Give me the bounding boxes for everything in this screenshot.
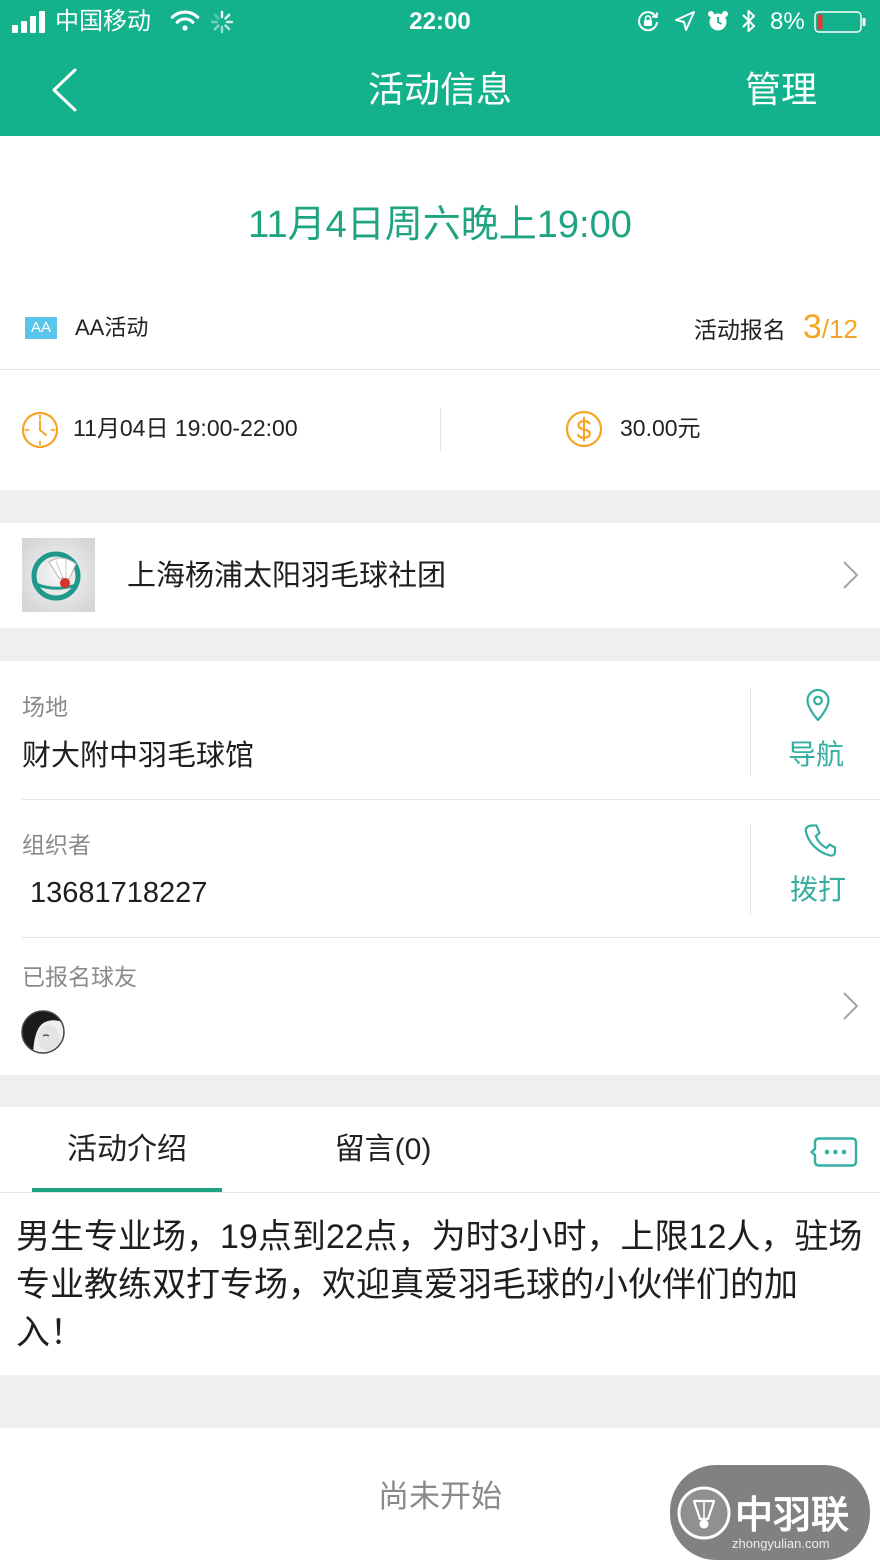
divider xyxy=(750,824,751,914)
bluetooth-icon xyxy=(740,8,758,39)
club-logo xyxy=(22,538,95,612)
activity-type-row: AA AA活动 活动报名 3 / 12 xyxy=(0,285,880,370)
watermark-site: zhongyulian.com xyxy=(732,1536,830,1551)
tab-introduction[interactable]: 活动介绍 xyxy=(32,1133,222,1167)
battery-icon xyxy=(814,11,868,38)
organizer-phone: 13681718227 xyxy=(30,877,208,909)
activity-type-label: AA活动 xyxy=(75,315,149,340)
watermark-logo xyxy=(676,1485,732,1546)
navigate-label: 导航 xyxy=(787,739,844,770)
participants-row[interactable]: 已报名球友 xyxy=(0,938,880,1075)
organizer-label: 组织者 xyxy=(22,832,91,858)
activity-datetime: 11月4日周六晚上19:00 xyxy=(248,204,632,246)
tab-bar: 活动介绍 留言(0) xyxy=(0,1107,880,1193)
tab-messages[interactable]: 留言(0) xyxy=(300,1133,466,1167)
chevron-right-icon xyxy=(840,991,860,1026)
venue-row: 场地 财大附中羽毛球馆 导航 xyxy=(0,661,880,800)
venue-name: 财大附中羽毛球馆 xyxy=(22,740,255,772)
call-button[interactable]: 拨打 xyxy=(752,808,880,928)
activity-datetime-section: 11月4日周六晚上19:00 xyxy=(0,136,880,285)
manage-button[interactable]: 管理 xyxy=(745,66,817,114)
signup-limit: 12 xyxy=(829,314,858,344)
phone-icon xyxy=(803,822,837,863)
time-fee-row: 11月04日 19:00-22:00 30.00元 xyxy=(0,370,880,490)
club-row[interactable]: 上海杨浦太阳羽毛球社团 xyxy=(0,523,880,628)
signup-label: 活动报名 xyxy=(693,317,786,343)
divider xyxy=(440,408,441,452)
navigate-button[interactable]: 导航 xyxy=(752,671,880,791)
description-section: 男生专业场，19点到22点，为时3小时，上限12人，驻场专业教练双打专场，欢迎真… xyxy=(0,1193,880,1375)
club-name: 上海杨浦太阳羽毛球社团 xyxy=(127,560,447,592)
active-tab-indicator xyxy=(32,1188,222,1192)
clock-icon xyxy=(21,411,59,454)
signup-counter: 活动报名 3 / 12 xyxy=(694,307,858,350)
top-bar: 中国移动 22:00 8% 活动信息 管理 xyxy=(0,0,880,136)
alarm-clock-icon xyxy=(706,9,730,38)
location-arrow-icon xyxy=(673,9,697,38)
watermark-brand: 中羽联 xyxy=(735,1495,850,1537)
venue-label: 场地 xyxy=(22,694,68,720)
chevron-right-icon xyxy=(840,560,860,595)
battery-percent: 8% xyxy=(770,8,805,35)
activity-description: 男生专业场，19点到22点，为时3小时，上限12人，驻场专业教练双打专场，欢迎真… xyxy=(16,1218,863,1352)
aa-badge: AA xyxy=(25,317,57,339)
activity-fee: 30.00元 xyxy=(620,415,701,441)
activity-time-range: 11月04日 19:00-22:00 xyxy=(73,415,298,441)
dollar-icon xyxy=(565,410,603,453)
participants-label: 已报名球友 xyxy=(22,964,137,990)
avatar[interactable] xyxy=(21,1010,65,1054)
comment-icon[interactable] xyxy=(810,1136,858,1173)
signup-separator: / xyxy=(821,314,830,344)
orientation-lock-icon xyxy=(636,9,660,38)
call-label: 拨打 xyxy=(789,874,846,905)
divider xyxy=(750,688,751,776)
signup-count: 3 xyxy=(802,308,822,346)
organizer-row: 组织者 13681718227 拨打 xyxy=(0,800,880,938)
map-pin-icon xyxy=(804,688,832,727)
watermark: 中羽联 zhongyulian.com xyxy=(670,1465,870,1560)
